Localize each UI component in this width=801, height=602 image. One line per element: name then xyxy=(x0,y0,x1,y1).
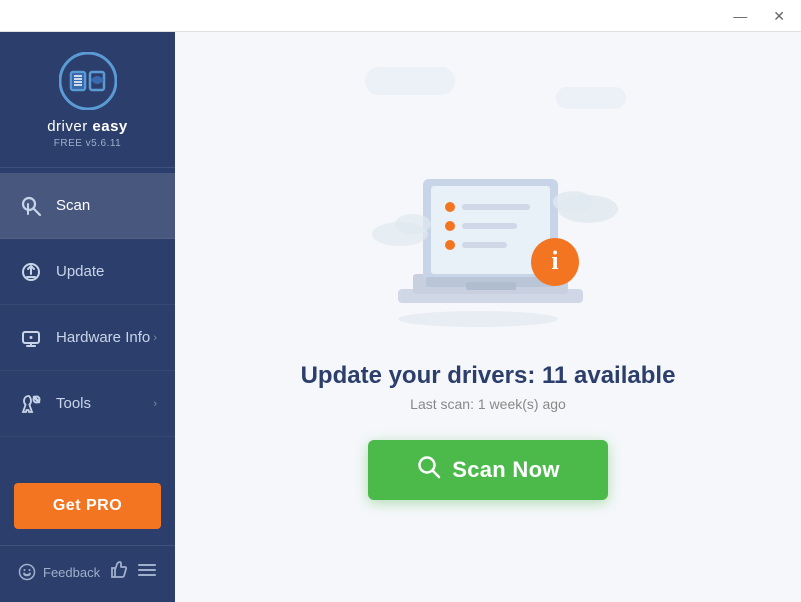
nav-menu: Scan Update xyxy=(0,168,175,471)
app-logo-icon xyxy=(59,52,117,110)
tools-icon xyxy=(18,391,44,417)
last-scan-text: Last scan: 1 week(s) ago xyxy=(410,396,566,412)
feedback-label: Feedback xyxy=(43,565,100,580)
sidebar-item-update[interactable]: Update xyxy=(0,239,175,305)
scan-now-label: Scan Now xyxy=(452,457,560,483)
sidebar: placeholder driver easy FREE v5.6.11 Sca… xyxy=(0,32,175,602)
laptop-illustration: i xyxy=(358,134,618,334)
sidebar-item-hardware-info[interactable]: Hardware Info › xyxy=(0,305,175,371)
menu-lines-icon[interactable] xyxy=(137,561,157,584)
minimize-button[interactable]: — xyxy=(727,7,753,25)
sidebar-item-tools[interactable]: Tools › xyxy=(0,371,175,437)
like-icon[interactable] xyxy=(108,558,130,586)
app-body: placeholder driver easy FREE v5.6.11 Sca… xyxy=(0,32,801,602)
logo-title: driver easy xyxy=(47,118,128,136)
sidebar-item-scan[interactable]: Scan xyxy=(0,173,175,239)
sidebar-item-scan-label: Scan xyxy=(56,197,157,214)
tools-chevron-icon: › xyxy=(153,398,157,410)
close-button[interactable]: ✕ xyxy=(767,7,791,25)
hardware-info-chevron-icon: › xyxy=(153,332,157,344)
main-content: i Update your drivers: 11 available Last… xyxy=(175,32,801,602)
update-title: Update your drivers: 11 available xyxy=(301,362,676,390)
sidebar-item-update-label: Update xyxy=(56,263,157,280)
get-pro-button[interactable]: Get PRO xyxy=(14,483,161,529)
update-icon xyxy=(18,259,44,285)
laptop-svg: i xyxy=(358,134,618,329)
scan-icon xyxy=(18,193,44,219)
feedback-icon xyxy=(18,563,36,581)
logo-area: placeholder driver easy FREE v5.6.11 xyxy=(0,32,175,168)
feedback-button[interactable]: Feedback xyxy=(18,563,100,581)
sidebar-item-tools-label: Tools xyxy=(56,395,153,412)
cloud-left-decoration xyxy=(365,67,455,95)
title-bar: — ✕ xyxy=(0,0,801,32)
scan-now-search-icon xyxy=(416,454,442,486)
logo-version: FREE v5.6.11 xyxy=(54,138,122,149)
cloud-right-decoration xyxy=(556,87,626,109)
sidebar-item-hardware-info-label: Hardware Info xyxy=(56,329,153,346)
svg-text:i: i xyxy=(551,246,558,275)
scan-now-button[interactable]: Scan Now xyxy=(368,440,608,500)
hardware-info-icon xyxy=(18,325,44,351)
sidebar-bottom: Feedback xyxy=(0,545,175,602)
